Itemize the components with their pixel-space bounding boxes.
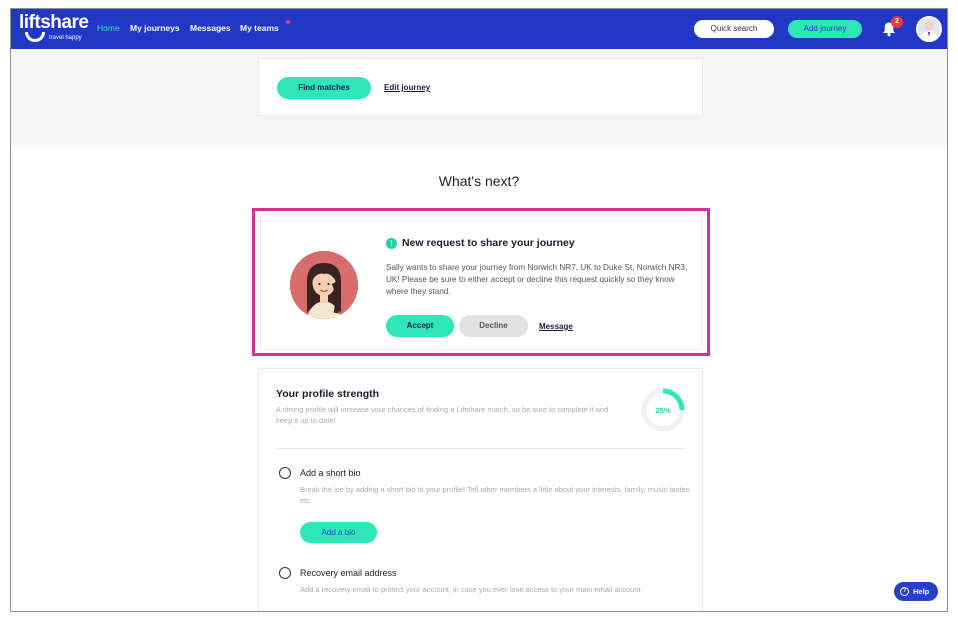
help-icon: ? bbox=[900, 587, 909, 596]
notification-count-badge: 2 bbox=[891, 16, 903, 28]
nav-link-home[interactable]: Home bbox=[97, 23, 120, 34]
journey-request-card: ! New request to share your journey Sall… bbox=[252, 208, 710, 356]
help-label: Help bbox=[913, 587, 930, 596]
recovery-email-item-description: Add a recovery email to protect your acc… bbox=[300, 585, 641, 594]
nav-link-my-journeys[interactable]: My journeys bbox=[130, 23, 180, 34]
user-avatar-icon bbox=[918, 18, 940, 40]
accept-button[interactable]: Accept bbox=[386, 315, 454, 337]
profile-strength-description: A strong profile will increase your chan… bbox=[276, 405, 609, 425]
profile-strength-card: Your profile strength A strong profile w… bbox=[258, 368, 703, 611]
help-button[interactable]: ? Help bbox=[894, 582, 938, 601]
request-message-text: Sally wants to share your journey from N… bbox=[386, 263, 688, 296]
logo-tagline: travel happy bbox=[49, 35, 82, 41]
journey-actions-card: Find matches Edit journey bbox=[258, 58, 703, 116]
find-matches-button[interactable]: Find matches bbox=[277, 77, 371, 99]
bio-item-description: Break the ice by adding a short bio to y… bbox=[300, 485, 690, 505]
journey-request-card-inner: ! New request to share your journey Sall… bbox=[260, 214, 702, 350]
logo-smile-icon bbox=[25, 32, 45, 42]
top-navigation-bar: liftshare travel happy Home My journeys … bbox=[11, 9, 947, 49]
recovery-email-item-title: Recovery email address bbox=[300, 568, 397, 578]
add-journey-button[interactable]: Add journey bbox=[788, 20, 862, 38]
info-icon: ! bbox=[386, 238, 397, 249]
profile-strength-percent: 25% bbox=[655, 406, 670, 415]
bio-radio[interactable] bbox=[279, 467, 291, 479]
requester-avatar bbox=[290, 251, 358, 319]
requester-illustration bbox=[290, 251, 358, 319]
edit-journey-link[interactable]: Edit journey bbox=[384, 82, 430, 93]
logo-text: liftshare bbox=[19, 12, 89, 33]
add-bio-button[interactable]: Add a bio bbox=[300, 522, 377, 543]
browser-viewport: liftshare travel happy Home My journeys … bbox=[10, 8, 948, 612]
whats-next-heading: What's next? bbox=[438, 173, 520, 189]
profile-divider bbox=[276, 448, 685, 449]
nav-link-my-teams[interactable]: My teams bbox=[240, 23, 279, 34]
nav-link-messages[interactable]: Messages bbox=[190, 23, 231, 34]
my-teams-notification-dot bbox=[286, 20, 290, 24]
message-link[interactable]: Message bbox=[539, 321, 573, 332]
profile-strength-progress-ring: 25% bbox=[641, 388, 685, 432]
liftshare-logo[interactable]: liftshare travel happy bbox=[19, 12, 94, 46]
profile-strength-title: Your profile strength bbox=[276, 388, 380, 400]
request-title: New request to share your journey bbox=[402, 237, 575, 249]
decline-button[interactable]: Decline bbox=[459, 315, 528, 337]
quick-search-button[interactable]: Quick search bbox=[694, 20, 774, 38]
recovery-email-radio[interactable] bbox=[279, 567, 291, 579]
user-avatar[interactable] bbox=[916, 16, 942, 42]
bio-item-title: Add a short bio bbox=[300, 468, 361, 478]
